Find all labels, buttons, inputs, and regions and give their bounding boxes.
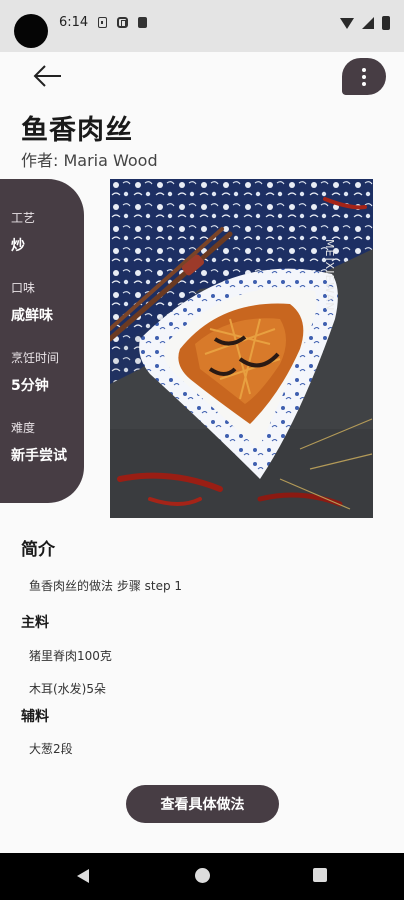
recipe-title: 鱼香肉丝 [21,115,133,146]
info-label: 难度 [11,421,36,435]
nav-back-icon[interactable] [77,869,89,883]
info-difficulty: 难度 新手尝试 [11,419,84,465]
status-notification-icons [98,17,147,28]
info-value: 新手尝试 [11,448,67,464]
more-vertical-icon [362,67,366,72]
nav-home-icon[interactable] [195,868,210,883]
p-icon [117,17,128,28]
dish-photo: MEIXIEWAN [110,179,373,518]
nav-recents-icon[interactable] [313,868,327,882]
arrow-left-icon [33,65,61,87]
recipe-info-panel: 工艺 炒 口味 咸鲜味 烹饪时间 5分钟 难度 新手尝试 [0,179,84,503]
back-button[interactable] [30,62,64,92]
ingredient-item: 木耳(水发)5朵 [29,682,106,696]
sim-card-icon [98,17,107,28]
system-nav-bar [0,853,404,900]
status-system-icons [340,16,390,30]
photo-watermark: MEIXIEWAN [323,239,336,312]
recipe-author: 作者: Maria Wood [21,151,158,170]
info-label: 口味 [11,281,36,295]
main-ingredients-heading: 主料 [21,615,49,631]
wifi-icon [340,17,354,29]
view-steps-button[interactable]: 查看具体做法 [126,785,279,823]
more-options-button[interactable] [342,58,386,95]
battery-icon [382,16,390,30]
ingredient-item: 大葱2段 [29,742,73,756]
sd-card-icon [138,17,147,28]
info-flavor: 口味 咸鲜味 [11,279,84,325]
status-bar: 6:14 [0,0,404,52]
camera-cutout [14,14,48,48]
info-value: 咸鲜味 [11,308,53,324]
dish-illustration [110,179,373,518]
status-time: 6:14 [59,15,89,30]
info-craft: 工艺 炒 [11,209,84,255]
intro-heading: 简介 [21,540,55,560]
secondary-ingredients-heading: 辅料 [21,709,49,725]
intro-text: 鱼香肉丝的做法 步骤 step 1 [29,579,183,593]
ingredient-item: 猪里脊肉100克 [29,649,112,663]
info-cook-time: 烹饪时间 5分钟 [11,349,84,395]
info-label: 工艺 [11,211,36,225]
signal-icon [362,17,374,29]
info-label: 烹饪时间 [11,351,60,365]
info-value: 5分钟 [11,378,49,394]
info-value: 炒 [11,238,25,254]
